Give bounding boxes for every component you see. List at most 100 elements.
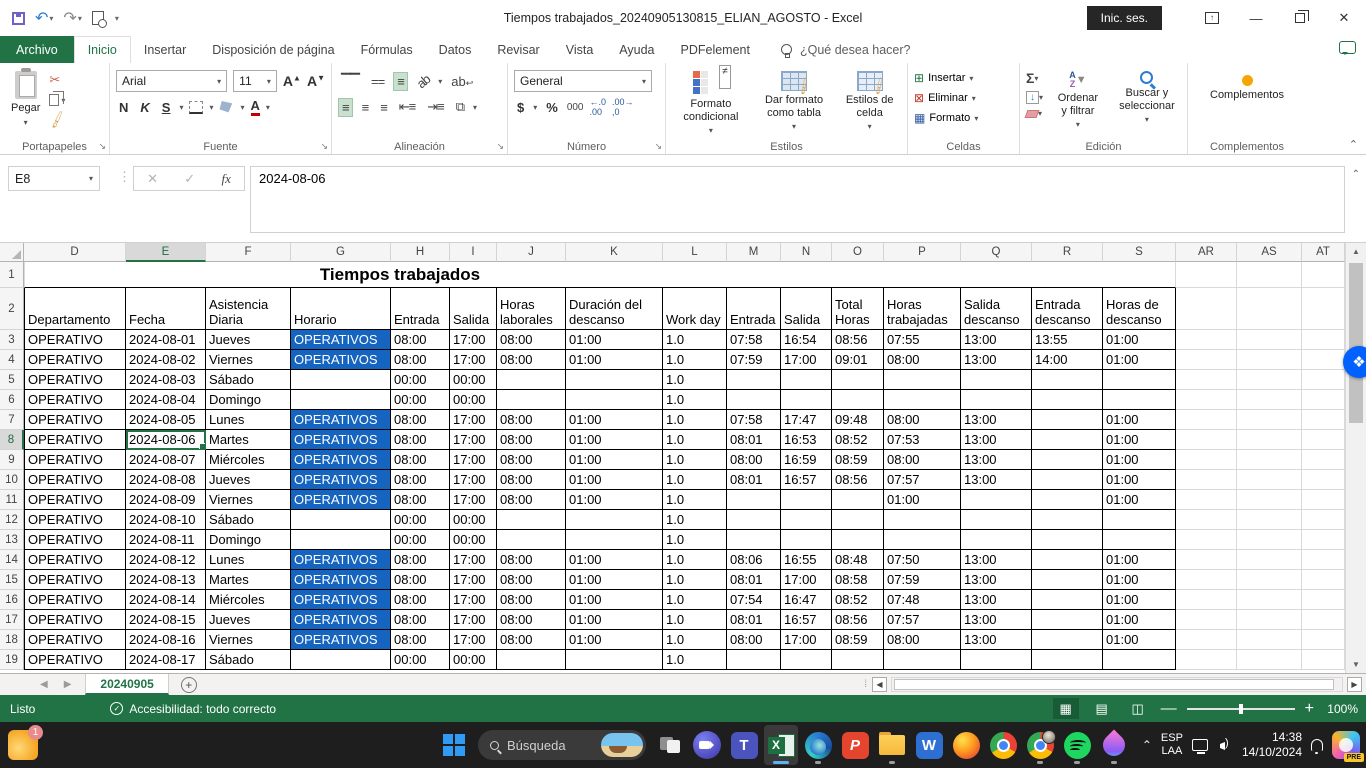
paste-button[interactable]: Pegar ▾ xyxy=(6,68,45,130)
cell[interactable] xyxy=(781,390,832,410)
spotify-app-icon[interactable] xyxy=(1060,725,1094,765)
weather-widget-icon[interactable]: 1 xyxy=(8,725,43,760)
cell[interactable]: Miércoles xyxy=(206,590,291,610)
number-dialog-launcher[interactable]: ↘ xyxy=(654,141,662,152)
cell[interactable]: 01:00 xyxy=(1103,590,1176,610)
sheet-tab[interactable]: 20240905 xyxy=(85,674,169,695)
cell[interactable] xyxy=(497,530,566,550)
cell[interactable] xyxy=(1302,350,1345,370)
cell[interactable]: 08:00 xyxy=(884,410,961,430)
align-bottom-icon[interactable]: ≡ xyxy=(393,71,408,91)
cell[interactable]: OPERATIVO xyxy=(24,350,126,370)
cell[interactable] xyxy=(1237,530,1302,550)
cell[interactable]: OPERATIVO xyxy=(24,590,126,610)
chrome-app-icon[interactable] xyxy=(986,725,1020,765)
fill-button[interactable]: ↓ ▾ xyxy=(1026,91,1043,104)
cell[interactable] xyxy=(1032,610,1103,630)
font-size-combo[interactable]: 11 ▾ xyxy=(233,70,277,92)
cell[interactable] xyxy=(1176,370,1237,390)
cell[interactable] xyxy=(1176,510,1237,530)
cell[interactable]: 07:54 xyxy=(727,590,781,610)
cell[interactable] xyxy=(1237,590,1302,610)
delete-cells-button[interactable]: Eliminar xyxy=(928,92,968,104)
cell[interactable]: 08:00 xyxy=(497,410,566,430)
cell[interactable] xyxy=(1237,450,1302,470)
cell[interactable]: OPERATIVO xyxy=(24,410,126,430)
table-header-cell[interactable]: Entrada descanso xyxy=(1032,288,1103,330)
cell[interactable] xyxy=(291,650,391,670)
percent-format-icon[interactable]: % xyxy=(543,100,561,115)
scroll-left-icon[interactable]: ◀ xyxy=(872,676,887,692)
cell[interactable]: 17:00 xyxy=(450,430,497,450)
align-middle-icon[interactable]: == xyxy=(368,73,387,90)
cell[interactable] xyxy=(1237,550,1302,570)
cell[interactable]: 08:00 xyxy=(391,410,450,430)
ribbon-display-options-button[interactable]: ↑ xyxy=(1190,0,1234,36)
cell[interactable] xyxy=(1103,510,1176,530)
cell[interactable] xyxy=(832,650,884,670)
cell[interactable] xyxy=(727,650,781,670)
cell[interactable]: 01:00 xyxy=(1103,410,1176,430)
cell[interactable]: 01:00 xyxy=(566,590,663,610)
orientation-icon[interactable]: ab xyxy=(410,69,435,94)
cell[interactable] xyxy=(1237,630,1302,650)
cell[interactable] xyxy=(1176,450,1237,470)
cell[interactable]: 08:00 xyxy=(497,490,566,510)
column-header-N[interactable]: N xyxy=(781,243,832,262)
table-header-cell[interactable]: Duración del descanso xyxy=(566,288,663,330)
cell[interactable]: 1.0 xyxy=(663,330,727,350)
cell[interactable] xyxy=(1103,390,1176,410)
font-color-icon[interactable]: A xyxy=(250,99,260,116)
table-header-cell[interactable]: Salida xyxy=(450,288,497,330)
cell[interactable]: 01:00 xyxy=(566,350,663,370)
cell[interactable] xyxy=(961,510,1032,530)
cell[interactable]: 07:59 xyxy=(727,350,781,370)
cell[interactable]: 01:00 xyxy=(1103,450,1176,470)
cell[interactable]: 13:55 xyxy=(1032,330,1103,350)
cell[interactable]: 01:00 xyxy=(1103,570,1176,590)
cell[interactable] xyxy=(727,530,781,550)
cell[interactable]: 1.0 xyxy=(663,370,727,390)
table-header-cell[interactable]: Fecha xyxy=(126,288,206,330)
cell[interactable]: 00:00 xyxy=(450,510,497,530)
cell[interactable]: 08:00 xyxy=(497,450,566,470)
cell[interactable] xyxy=(1302,470,1345,490)
cell[interactable]: OPERATIVO xyxy=(24,610,126,630)
collapse-ribbon-icon[interactable]: ⌃ xyxy=(1349,138,1358,151)
cell[interactable]: 17:00 xyxy=(450,330,497,350)
cell[interactable] xyxy=(1176,430,1237,450)
teams-app-icon[interactable]: T xyxy=(727,725,761,765)
cell[interactable]: 08:01 xyxy=(727,430,781,450)
comment-icon[interactable] xyxy=(1339,41,1356,55)
cell[interactable]: OPERATIVOS xyxy=(291,330,391,350)
cell[interactable] xyxy=(1032,390,1103,410)
cell[interactable]: 09:01 xyxy=(832,350,884,370)
column-header-R[interactable]: R xyxy=(1032,243,1103,262)
table-header-cell[interactable]: Salida descanso xyxy=(961,288,1032,330)
cell[interactable]: Lunes xyxy=(206,410,291,430)
cell[interactable] xyxy=(1237,570,1302,590)
cell[interactable] xyxy=(1302,550,1345,570)
cell[interactable] xyxy=(1302,370,1345,390)
cell[interactable] xyxy=(1237,610,1302,630)
table-header-cell[interactable]: Departamento xyxy=(24,288,126,330)
cell[interactable] xyxy=(1176,330,1237,350)
cell[interactable] xyxy=(1176,530,1237,550)
cell[interactable] xyxy=(961,530,1032,550)
cell[interactable] xyxy=(1302,288,1345,330)
cell[interactable]: 08:00 xyxy=(391,330,450,350)
cell[interactable]: Viernes xyxy=(206,490,291,510)
cell[interactable]: 08:56 xyxy=(832,330,884,350)
cell[interactable]: OPERATIVO xyxy=(24,470,126,490)
cell[interactable]: OPERATIVO xyxy=(24,570,126,590)
cell[interactable]: 1.0 xyxy=(663,470,727,490)
cell[interactable] xyxy=(1032,410,1103,430)
cell[interactable]: Sábado xyxy=(206,510,291,530)
cell[interactable]: 07:48 xyxy=(884,590,961,610)
cell[interactable]: OPERATIVOS xyxy=(291,410,391,430)
cell[interactable]: 08:59 xyxy=(832,450,884,470)
cell[interactable]: 08:00 xyxy=(391,590,450,610)
cell[interactable] xyxy=(566,530,663,550)
cell[interactable]: Viernes xyxy=(206,350,291,370)
column-header-J[interactable]: J xyxy=(497,243,566,262)
